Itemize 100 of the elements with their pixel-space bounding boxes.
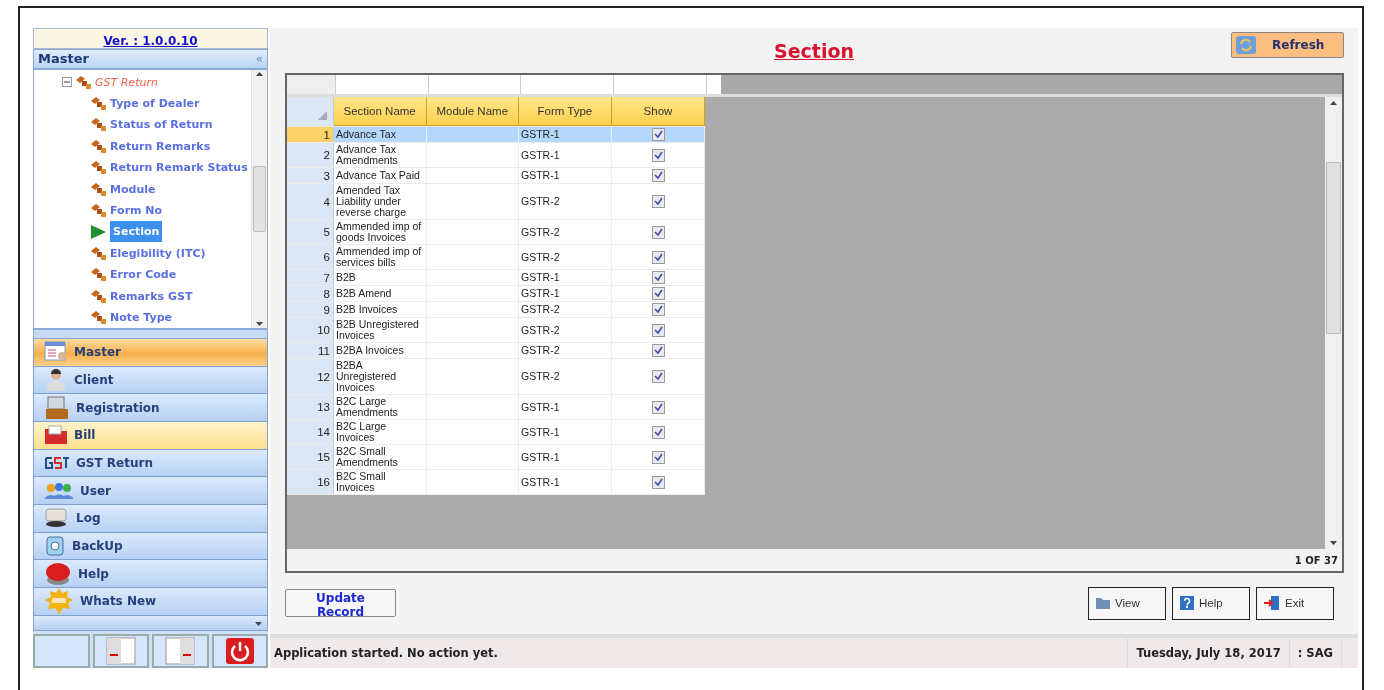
column-header[interactable]: Section Name [333, 97, 427, 126]
update-record-button[interactable]: Update Record [285, 589, 396, 617]
row-number[interactable]: 9 [287, 302, 334, 317]
scroll-down-icon[interactable] [1329, 538, 1338, 547]
action-button[interactable]: Exit [1256, 586, 1334, 620]
checkbox[interactable] [651, 323, 665, 337]
tree-item[interactable]: Status of Return [110, 118, 213, 132]
scrollbar[interactable] [1325, 97, 1342, 549]
scroll-down-icon[interactable] [255, 319, 264, 329]
nav-button[interactable]: Bill [33, 422, 268, 450]
checkbox[interactable] [651, 287, 665, 300]
nav-button[interactable]: Master [33, 339, 268, 367]
row-number[interactable]: 7 [287, 270, 334, 285]
tree-item[interactable]: Form No [110, 204, 163, 218]
layout-right-icon [165, 637, 196, 666]
scroll-thumb[interactable] [1326, 162, 1341, 334]
column-header[interactable]: Module Name [426, 97, 519, 126]
checkbox[interactable] [651, 400, 665, 414]
nav-button[interactable]: Help [33, 560, 268, 588]
checkbox[interactable] [651, 344, 665, 357]
nav-button[interactable]: GST Return [33, 449, 268, 478]
row-number[interactable]: 14 [287, 420, 334, 444]
blocks-icon [90, 181, 107, 197]
checkbox[interactable] [651, 271, 665, 284]
tree-item[interactable]: Note Type [110, 311, 172, 324]
splitter-handle[interactable] [33, 329, 268, 340]
row-number[interactable]: 10 [287, 318, 334, 342]
tree-item[interactable]: Remarks GST [110, 289, 193, 303]
table-cell: Advance Tax Paid [334, 168, 427, 183]
checkbox[interactable] [651, 303, 665, 316]
refresh-button[interactable]: Refresh [1231, 32, 1344, 58]
checkbox[interactable] [651, 169, 665, 182]
table-cell: B2C Large Invoices [334, 420, 427, 444]
row-number[interactable]: 12 [287, 359, 334, 394]
nav-button[interactable]: Client [33, 366, 268, 395]
tree-item[interactable]: Elegibility (ITC) [110, 246, 206, 260]
table-cell: B2B Unregistered Invoices [334, 318, 427, 342]
status-message: Application started. No action yet. [273, 646, 499, 660]
blocks-icon [90, 138, 107, 154]
nav-button[interactable]: Registration [33, 394, 268, 423]
tree-item[interactable]: Type of Dealer [110, 97, 200, 111]
table-cell: B2C Small Amendments [334, 445, 427, 469]
row-number[interactable]: 13 [287, 395, 334, 419]
checkbox[interactable] [651, 450, 665, 464]
push-button-icon [44, 561, 72, 586]
checkbox[interactable] [651, 148, 665, 162]
power-button[interactable] [211, 634, 268, 668]
collapse-toggle-icon[interactable] [62, 77, 72, 88]
blocks-icon [90, 245, 107, 261]
tree-item[interactable]: Return Remarks [110, 139, 211, 153]
blocks-icon [75, 74, 92, 90]
checkbox[interactable] [651, 250, 665, 264]
blocks-icon [90, 203, 107, 219]
table-cell: GSTR-1 [519, 127, 612, 142]
scroll-up-icon[interactable] [255, 69, 264, 79]
table-cell: GSTR-2 [519, 184, 612, 219]
version-label: Ver. : 1.0.0.10 [33, 28, 268, 49]
row-number[interactable]: 6 [287, 245, 334, 269]
table-cell: B2BA Invoices [334, 343, 427, 358]
scrollbar[interactable] [251, 69, 267, 329]
nav-button[interactable]: Log [33, 505, 268, 533]
nav-button[interactable]: Whats New [33, 587, 268, 616]
nav-button[interactable]: User [33, 477, 268, 505]
table-cell: B2C Large Amendments [334, 395, 427, 419]
row-number[interactable]: 5 [287, 220, 334, 244]
row-number[interactable]: 11 [287, 343, 334, 358]
checkbox[interactable] [651, 475, 665, 489]
blocks-icon [90, 117, 107, 133]
power-icon [224, 637, 255, 666]
checkbox[interactable] [651, 195, 665, 208]
row-number[interactable]: 8 [287, 286, 334, 301]
table-cell: B2B Amend [334, 286, 427, 301]
table-cell: GSTR-2 [519, 245, 612, 269]
checkbox[interactable] [651, 128, 665, 141]
drive-icon [44, 508, 70, 529]
checkbox[interactable] [651, 425, 665, 439]
table-cell: GSTR-1 [519, 395, 612, 419]
row-number[interactable]: 2 [287, 143, 334, 167]
row-number[interactable]: 16 [287, 470, 334, 494]
column-header[interactable]: Form Type [518, 97, 612, 126]
panel-title: Master [38, 51, 89, 67]
action-button[interactable]: View [1088, 586, 1166, 620]
tree-item[interactable]: Error Code [110, 268, 177, 282]
row-number[interactable]: 1 [287, 127, 334, 142]
scroll-thumb[interactable] [253, 165, 266, 232]
backup-icon [44, 535, 66, 557]
checkbox[interactable] [651, 370, 665, 383]
table-cell: GSTR-1 [519, 270, 612, 285]
table-cell: B2C Small Invoices [334, 470, 427, 494]
action-button[interactable]: Help [1172, 586, 1250, 620]
play-icon [90, 223, 107, 240]
column-header[interactable]: Show [611, 97, 705, 126]
scroll-up-icon[interactable] [1329, 99, 1338, 108]
row-number[interactable]: 15 [287, 445, 334, 469]
row-number[interactable]: 4 [287, 184, 334, 219]
nav-button[interactable]: BackUp [33, 532, 268, 561]
checkbox[interactable] [651, 225, 665, 239]
tree-item[interactable]: Module [110, 182, 156, 196]
row-number[interactable]: 3 [287, 168, 334, 183]
tree-item[interactable]: Return Remark Status [110, 161, 248, 175]
